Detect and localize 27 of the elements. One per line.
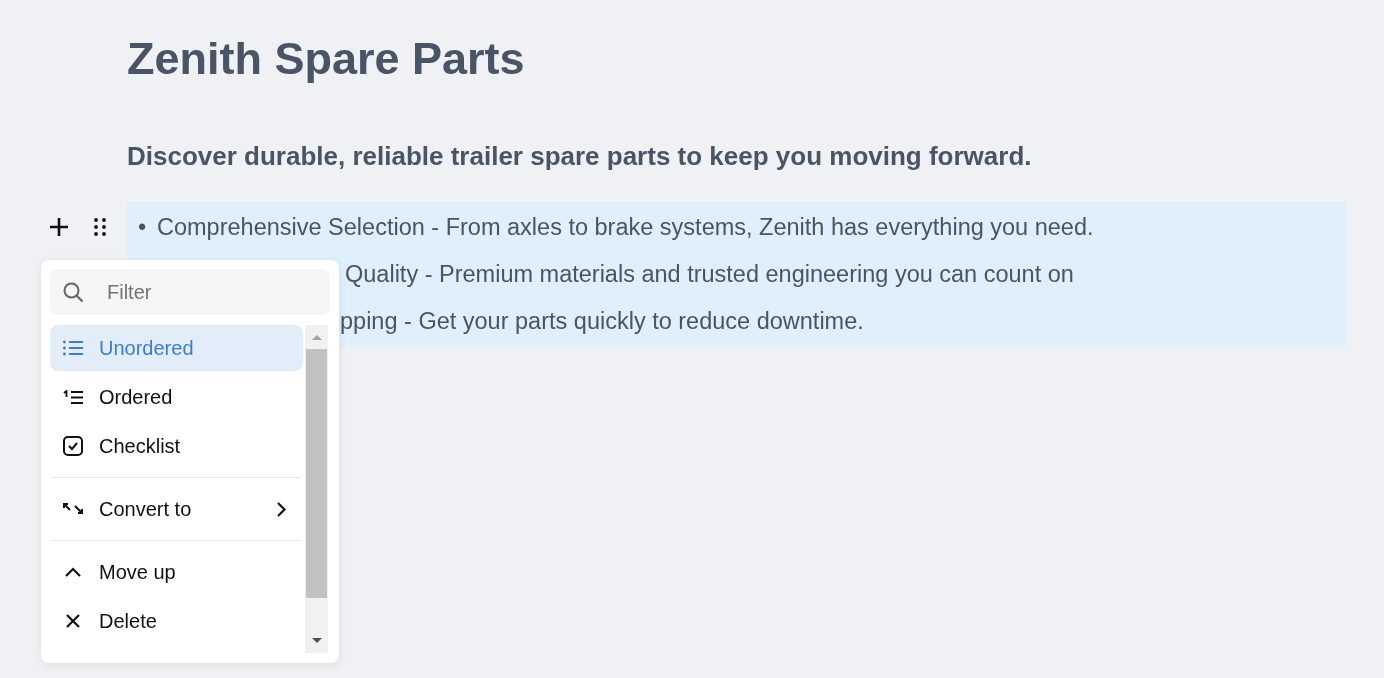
menu-item[interactable]: Convert to bbox=[50, 486, 303, 532]
scrollbar[interactable] bbox=[305, 325, 328, 653]
search-icon bbox=[63, 282, 83, 302]
list-item-text: pping - Get your parts quickly to reduce downtime. bbox=[340, 306, 864, 336]
chevron-up-icon bbox=[65, 567, 81, 577]
menu-item[interactable]: Move up bbox=[50, 549, 303, 595]
drag-handle-icon bbox=[94, 218, 106, 236]
list-item-text: Quality - Premium materials and trusted engineering you can count on bbox=[345, 259, 1074, 289]
list-bullet: • bbox=[138, 212, 148, 242]
page-subtitle: Discover durable, reliable trailer spare parts to keep you moving forward. bbox=[127, 143, 1032, 169]
down-triangle-icon[interactable] bbox=[311, 637, 322, 643]
numbered-list-icon bbox=[63, 389, 83, 405]
menu-item[interactable]: Delete bbox=[50, 598, 303, 644]
menu-item[interactable]: Ordered bbox=[50, 374, 303, 420]
page-title: Zenith Spare Parts bbox=[127, 36, 525, 81]
drag-handle-button[interactable] bbox=[94, 218, 106, 236]
scrollbar-thumb[interactable] bbox=[306, 349, 327, 598]
menu-item[interactable]: Unordered bbox=[50, 325, 303, 371]
cross-icon bbox=[66, 614, 80, 628]
filter-field[interactable]: Filter bbox=[50, 269, 330, 315]
list-item-text: Comprehensive Selection - From axles to brake systems, Zenith has everything you need. bbox=[157, 212, 1094, 242]
checkbox-icon bbox=[63, 436, 83, 456]
plus-icon bbox=[50, 218, 68, 236]
menu-item[interactable]: Checklist bbox=[50, 423, 303, 469]
add-block-button[interactable] bbox=[50, 218, 68, 236]
bulleted-list-icon bbox=[63, 340, 83, 356]
diagonal-arrows-icon bbox=[63, 501, 83, 517]
